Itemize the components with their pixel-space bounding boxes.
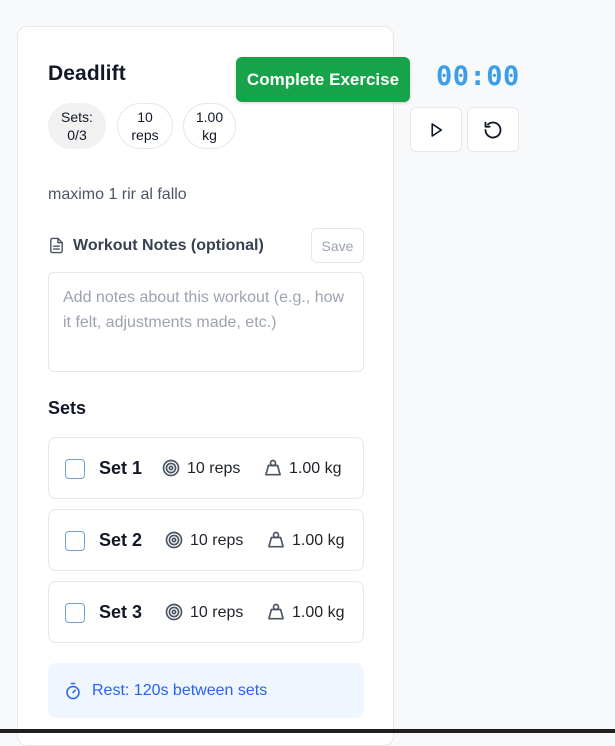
set-checkbox[interactable] (65, 459, 85, 479)
weight-badge-unit: kg (202, 127, 217, 143)
set-label: Set 3 (99, 602, 143, 622)
stopwatch-icon (66, 682, 80, 699)
sets-progress-label: Sets: (61, 109, 93, 125)
save-notes-button[interactable]: Save (311, 228, 364, 263)
set-row: Set 1 10 reps 1.00 kg (48, 437, 364, 499)
set-label: Set 2 (99, 530, 143, 550)
set-checkbox[interactable] (65, 603, 85, 623)
workout-notes-input[interactable] (48, 272, 364, 372)
document-icon (50, 237, 63, 254)
set-row: Set 2 10 reps 1.00 kg (48, 509, 364, 571)
rest-label: Rest: 120s between sets (92, 681, 268, 699)
set-row: Set 3 10 reps 1.00 kg (48, 581, 364, 643)
play-icon (431, 122, 443, 137)
target-icon (165, 603, 183, 621)
reps-badge: 10 reps (117, 103, 173, 149)
weight-icon (268, 603, 284, 620)
weight-badge-value: 1.00 (195, 109, 224, 125)
set-reps: 10 reps (187, 460, 241, 477)
notes-header: Workout Notes (optional) (48, 236, 264, 255)
timer-display: 00:00 (436, 61, 520, 92)
set-weight: 1.00 kg (292, 532, 345, 549)
complete-exercise-button[interactable]: Complete Exercise (236, 57, 410, 102)
sets-progress-badge: Sets: 0/3 (48, 103, 106, 149)
rest-info: Rest: 120s between sets (48, 663, 364, 718)
notes-label: Workout Notes (optional) (73, 236, 264, 254)
target-icon (162, 459, 180, 477)
weight-icon (265, 459, 281, 476)
reset-timer-button[interactable] (467, 107, 519, 152)
weight-icon (268, 531, 284, 548)
set-label: Set 1 (99, 458, 143, 478)
set-checkbox[interactable] (65, 531, 85, 551)
exercise-description: maximo 1 rir al fallo (48, 186, 187, 203)
reps-badge-unit: reps (131, 127, 159, 143)
play-button[interactable] (410, 107, 462, 152)
set-weight: 1.00 kg (289, 460, 342, 477)
set-reps: 10 reps (190, 532, 244, 549)
window-bottom-edge (0, 729, 615, 733)
sets-heading: Sets (48, 398, 87, 418)
set-reps: 10 reps (190, 604, 244, 621)
set-weight: 1.00 kg (292, 604, 345, 621)
reps-badge-value: 10 (137, 109, 153, 125)
target-icon (165, 531, 183, 549)
weight-badge: 1.00 kg (183, 103, 236, 149)
sets-progress-value: 0/3 (67, 127, 87, 143)
reset-icon (484, 121, 502, 138)
exercise-title: Deadlift (48, 62, 126, 85)
